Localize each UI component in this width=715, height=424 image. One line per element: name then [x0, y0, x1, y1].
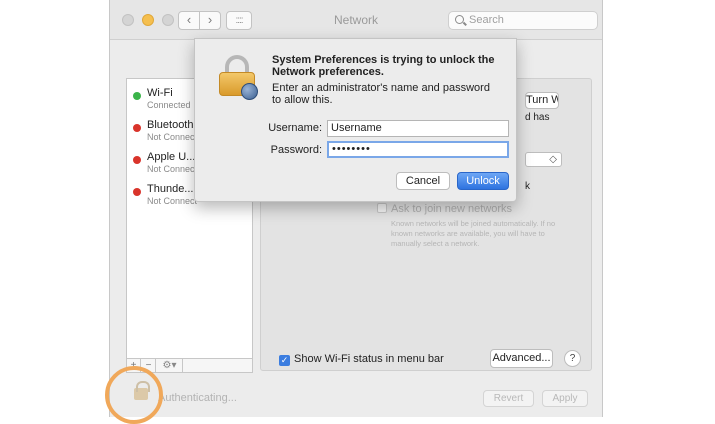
status-dot [133, 92, 141, 100]
service-status: Not Connect [147, 132, 198, 142]
revert-button[interactable]: Revert [483, 390, 534, 407]
dialog-message: Enter an administrator's name and passwo… [272, 82, 490, 106]
title-bar: ‹ › :::: Network Search [110, 0, 602, 40]
dialog-title: System Preferences is trying to unlock t… [272, 54, 495, 78]
password-field[interactable]: •••••••• [327, 141, 509, 158]
globe-icon [241, 83, 258, 100]
lock-highlight-circle [105, 366, 163, 424]
authenticating-status: Authenticating... [158, 392, 237, 404]
select-arrows-icon: ◇ [549, 154, 557, 165]
unlock-dialog: System Preferences is trying to unlock t… [194, 38, 517, 202]
search-icon [455, 15, 464, 24]
status-dot [133, 124, 141, 132]
service-name: Thunde...lt [147, 183, 199, 195]
checkbox-box [377, 203, 387, 213]
service-status: Not Connect [147, 164, 198, 174]
ask-to-join-checkbox[interactable]: Ask to join new networks [377, 203, 512, 215]
service-status: Not Connect [147, 196, 198, 206]
help-button[interactable]: ? [564, 350, 581, 367]
search-input[interactable]: Search [448, 11, 598, 30]
lock-icon [219, 55, 258, 100]
apply-button[interactable]: Apply [542, 390, 588, 407]
show-wifi-status-label: Show Wi-Fi status in menu bar [294, 353, 444, 365]
ask-to-join-description: Known networks will be joined automatica… [391, 219, 556, 248]
gear-menu-button[interactable]: ⚙▾ [157, 359, 183, 372]
unlock-button[interactable]: Unlock [457, 172, 509, 190]
service-name: Wi-Fi [147, 87, 173, 99]
status-dot [133, 156, 141, 164]
username-label: Username: [268, 122, 322, 134]
ask-to-join-label: Ask to join new networks [391, 203, 513, 215]
show-wifi-status-checkbox[interactable]: ✓ Show Wi-Fi status in menu bar [279, 353, 444, 366]
turn-wifi-off-button[interactable]: Turn Wi-Fi Off [525, 92, 559, 109]
advanced-button[interactable]: Advanced... [490, 349, 553, 368]
network-name-select[interactable]: ◇ [525, 152, 562, 167]
status-dot [133, 188, 141, 196]
search-placeholder: Search [469, 14, 504, 26]
cancel-button[interactable]: Cancel [396, 172, 450, 190]
service-status: Connected [147, 100, 191, 110]
password-label: Password: [270, 144, 322, 156]
username-field[interactable]: Username [327, 120, 509, 137]
network-option-text: k [525, 181, 530, 192]
checkmark-icon: ✓ [279, 355, 290, 366]
wifi-status-text: d has [525, 112, 550, 123]
